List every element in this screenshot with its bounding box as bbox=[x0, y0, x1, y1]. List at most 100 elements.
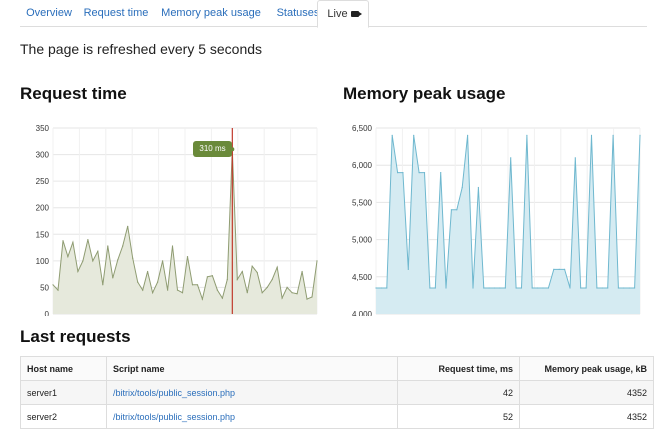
col-memory-peak: Memory peak usage, kB bbox=[519, 356, 654, 381]
request-time-heading: Request time bbox=[20, 84, 127, 103]
memory-peak-point bbox=[537, 287, 539, 289]
request-time-point bbox=[191, 284, 194, 286]
request-time-point bbox=[246, 292, 248, 294]
request-time-point bbox=[52, 284, 54, 286]
request-time-point bbox=[221, 297, 223, 299]
memory-peak-point bbox=[585, 287, 587, 289]
script-link[interactable]: /bitrix/tools/public_session.php bbox=[113, 388, 235, 398]
memory-peak-y-tick-label: 6,500 bbox=[352, 124, 373, 133]
memory-peak-point bbox=[542, 287, 544, 289]
memory-peak-point bbox=[423, 172, 426, 174]
memory-peak-point bbox=[531, 287, 533, 289]
memory-peak-point bbox=[628, 287, 630, 289]
tab-memory-peak-usage[interactable]: Memory peak usage bbox=[156, 0, 266, 27]
memory-cell: 4352 bbox=[519, 404, 654, 429]
memory-peak-point bbox=[375, 287, 377, 289]
request-time-y-tick-label: 0 bbox=[45, 310, 50, 316]
request-time-point bbox=[72, 241, 74, 243]
request-time-point bbox=[196, 284, 199, 286]
memory-peak-point bbox=[504, 287, 506, 289]
request-time-point bbox=[216, 289, 218, 291]
request-time-point bbox=[306, 298, 308, 300]
request-time-point bbox=[162, 260, 164, 262]
request-time-point bbox=[251, 265, 253, 267]
tab-live[interactable]: Live bbox=[317, 0, 369, 28]
request-time-chart: 0 50 100 150 200 250 300 350 bbox=[36, 124, 318, 316]
request-time-y-tick-label: 50 bbox=[40, 283, 49, 292]
tab-overview[interactable]: Overview bbox=[20, 0, 78, 27]
memory-peak-point bbox=[612, 134, 614, 136]
memory-peak-point bbox=[639, 134, 641, 136]
request-time-point bbox=[132, 257, 134, 259]
chart-tooltip: 310 ms bbox=[193, 141, 232, 157]
memory-peak-point bbox=[499, 287, 501, 289]
request-time-point bbox=[117, 259, 119, 261]
memory-peak-point bbox=[515, 287, 517, 289]
request-time-point bbox=[316, 260, 318, 262]
memory-peak-y-tick-label: 5,500 bbox=[352, 198, 373, 207]
memory-peak-point bbox=[580, 287, 582, 289]
last-requests-table: Host name Script name Request time, ms M… bbox=[20, 356, 654, 429]
memory-peak-point bbox=[596, 287, 598, 289]
memory-peak-chart: 4,000 4,500 5,000 5,500 6,000 6,500 bbox=[352, 124, 641, 316]
request-time-point bbox=[107, 245, 109, 247]
memory-peak-y-tick-label: 4,500 bbox=[352, 273, 373, 282]
request-time-point bbox=[122, 245, 124, 247]
memory-peak-point bbox=[601, 287, 603, 289]
memory-peak-point bbox=[402, 172, 404, 174]
memory-cell: 4352 bbox=[519, 380, 654, 405]
script-cell: /bitrix/tools/public_session.php bbox=[106, 380, 398, 405]
request-time-point bbox=[77, 270, 79, 273]
request-time-point bbox=[127, 225, 129, 227]
request-time-point bbox=[201, 298, 203, 300]
request-time-point bbox=[112, 277, 114, 279]
col-script-name: Script name bbox=[106, 356, 398, 381]
memory-peak-y-tick-label: 4,000 bbox=[352, 310, 373, 316]
memory-peak-point bbox=[445, 287, 447, 289]
request-time-point bbox=[157, 281, 159, 283]
memory-peak-point bbox=[391, 134, 393, 136]
memory-peak-point bbox=[418, 172, 420, 174]
request-time-point bbox=[147, 270, 149, 273]
memory-peak-point bbox=[564, 268, 566, 270]
request-time-point bbox=[97, 250, 99, 252]
request-time-cell: 52 bbox=[397, 404, 520, 429]
host-cell: server2 bbox=[20, 404, 107, 429]
request-time-point bbox=[82, 260, 84, 262]
memory-peak-point bbox=[558, 268, 560, 270]
script-link[interactable]: /bitrix/tools/public_session.php bbox=[113, 412, 235, 422]
refresh-notice: The page is refreshed every 5 seconds bbox=[20, 41, 263, 57]
request-time-point bbox=[226, 278, 228, 281]
request-time-point bbox=[241, 270, 243, 273]
request-time-point bbox=[171, 245, 174, 247]
request-time-point bbox=[261, 292, 263, 294]
memory-peak-point bbox=[380, 287, 382, 289]
table-row: server1 /bitrix/tools/public_session.php… bbox=[20, 380, 654, 405]
memory-peak-point bbox=[553, 268, 555, 270]
request-time-point bbox=[181, 292, 184, 294]
request-time-y-tick-label: 100 bbox=[36, 257, 50, 266]
tab-request-time[interactable]: Request time bbox=[80, 0, 152, 27]
request-time-point bbox=[271, 278, 273, 281]
memory-peak-point bbox=[429, 287, 431, 289]
memory-peak-y-tick-label: 5,000 bbox=[352, 236, 373, 245]
memory-peak-point bbox=[574, 157, 576, 159]
request-time-point bbox=[57, 289, 59, 291]
request-time-point bbox=[137, 281, 139, 283]
memory-peak-point bbox=[634, 287, 636, 289]
memory-peak-point bbox=[510, 157, 512, 159]
request-time-point bbox=[152, 292, 154, 294]
table-row: server2 /bitrix/tools/public_session.php… bbox=[20, 404, 654, 429]
camera-icon bbox=[350, 11, 362, 18]
table-header-row: Host name Script name Request time, ms M… bbox=[20, 356, 654, 381]
memory-peak-point bbox=[477, 186, 479, 189]
tab-live-label: Live bbox=[327, 8, 348, 20]
request-time-point bbox=[276, 266, 278, 268]
memory-peak-point bbox=[434, 287, 436, 289]
memory-peak-point bbox=[493, 287, 496, 289]
memory-peak-point bbox=[467, 134, 469, 136]
request-time-point bbox=[67, 256, 69, 258]
request-time-point bbox=[286, 286, 288, 288]
request-time-point bbox=[291, 292, 293, 294]
request-time-point bbox=[206, 276, 208, 278]
